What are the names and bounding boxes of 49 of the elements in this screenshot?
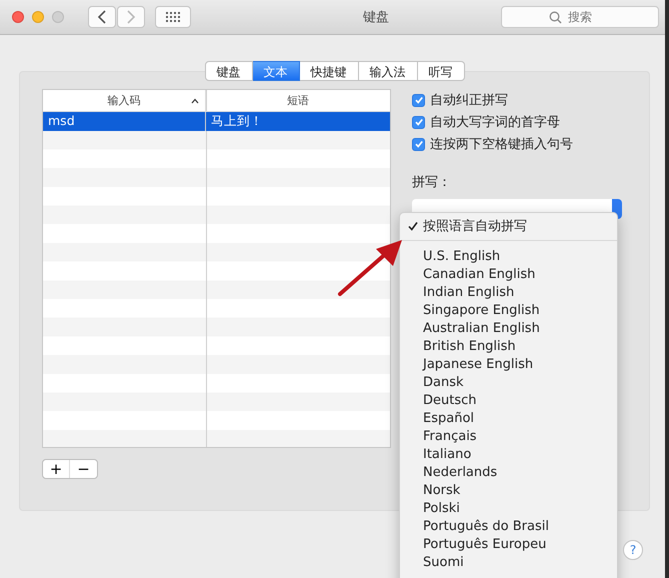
menu-item[interactable]: Norsk bbox=[400, 481, 617, 499]
menu-item[interactable]: Indian English bbox=[400, 283, 617, 301]
menu-item[interactable]: Dansk bbox=[400, 373, 617, 391]
menu-item[interactable]: Singapore English bbox=[400, 301, 617, 319]
search-icon bbox=[549, 11, 562, 24]
tab[interactable]: 键盘 bbox=[204, 61, 252, 81]
menu-item[interactable]: Suomi bbox=[400, 553, 617, 571]
table-row[interactable]: msd 马上到！ bbox=[43, 112, 390, 131]
grid-icon bbox=[165, 11, 181, 23]
menu-item[interactable]: Español bbox=[400, 409, 617, 427]
help-button[interactable]: ? bbox=[623, 540, 643, 560]
tab[interactable]: 输入法 bbox=[358, 61, 418, 81]
checkbox-label: 连按两下空格键插入句号 bbox=[430, 136, 573, 153]
menu-item[interactable]: Français bbox=[400, 427, 617, 445]
checkmark-icon bbox=[408, 221, 418, 231]
back-button[interactable] bbox=[88, 6, 116, 28]
checkbox[interactable] bbox=[412, 94, 425, 106]
menu-item[interactable]: Italiano bbox=[400, 445, 617, 463]
menu-item[interactable]: Nederlands bbox=[400, 463, 617, 481]
menu-item[interactable]: Australian English bbox=[400, 319, 617, 337]
sort-caret-icon bbox=[191, 98, 199, 104]
chevron-left-icon bbox=[97, 10, 107, 24]
spelling-label: 拼写： bbox=[412, 174, 452, 191]
checkbox[interactable] bbox=[412, 116, 425, 128]
menu-item[interactable]: Canadian English bbox=[400, 265, 617, 283]
menu-item[interactable]: Português Europeu bbox=[400, 535, 617, 553]
column-header[interactable]: 输入码 bbox=[43, 90, 206, 111]
column-header[interactable]: 短语 bbox=[206, 90, 390, 111]
menu-item[interactable]: U.S. English bbox=[400, 247, 617, 265]
search-field[interactable]: 搜索 bbox=[501, 6, 659, 28]
add-button[interactable]: + bbox=[43, 460, 70, 478]
tab[interactable]: 快捷键 bbox=[300, 61, 358, 81]
checkbox-label: 自动纠正拼写 bbox=[430, 92, 508, 109]
window-title: 键盘 bbox=[362, 9, 390, 26]
checkbox-label: 自动大写字词的首字母 bbox=[430, 114, 560, 131]
tab[interactable]: 文本 bbox=[252, 61, 300, 81]
checkbox[interactable] bbox=[412, 138, 425, 150]
tab[interactable]: 听写 bbox=[418, 61, 464, 81]
menu-item[interactable]: Japanese English bbox=[400, 355, 617, 373]
menu-item[interactable]: 按照语言自动拼写 bbox=[400, 217, 617, 235]
table-cell-text: 马上到！ bbox=[210, 112, 264, 130]
chevron-right-icon bbox=[126, 10, 136, 24]
menu-item[interactable]: Deutsch bbox=[400, 391, 617, 409]
menu-item[interactable]: Português do Brasil bbox=[400, 517, 617, 535]
table-cell: msd bbox=[43, 112, 206, 131]
show-all-button[interactable] bbox=[155, 6, 191, 28]
menu-item[interactable]: British English bbox=[400, 337, 617, 355]
close-button[interactable] bbox=[12, 11, 24, 23]
menu-item[interactable]: Polski bbox=[400, 499, 617, 517]
